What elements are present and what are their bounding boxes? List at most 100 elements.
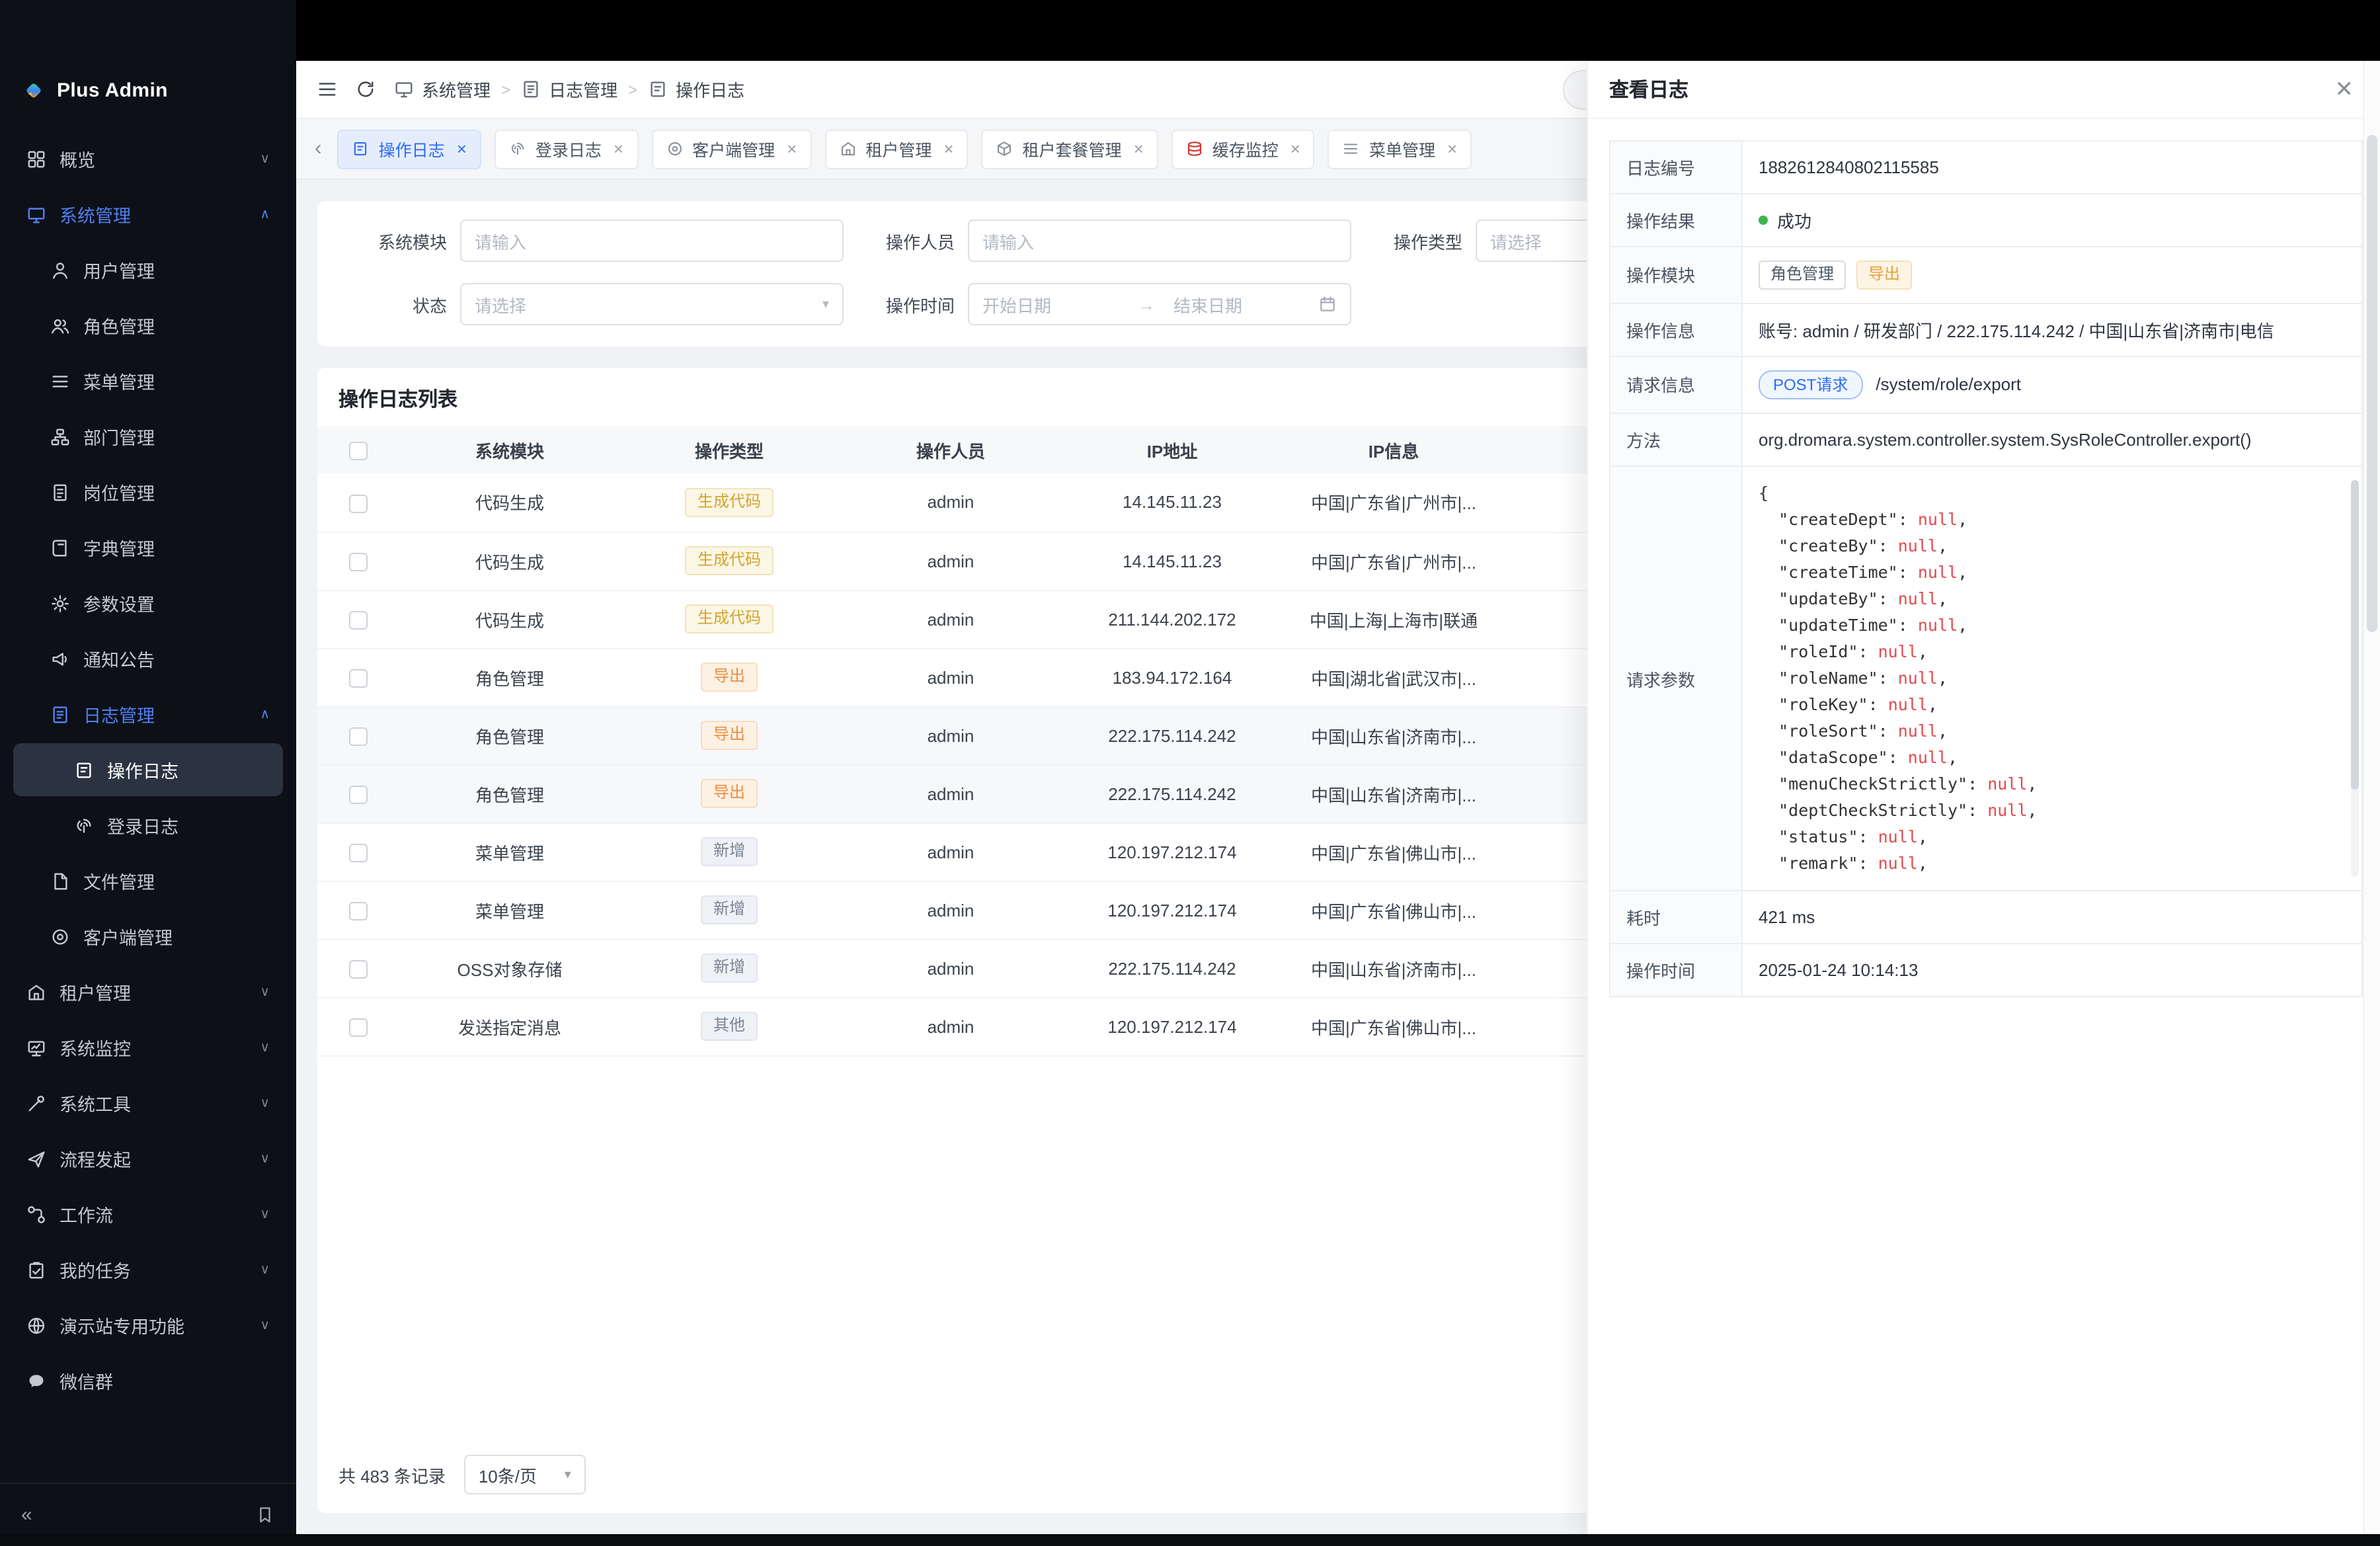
request-params-json: { "createDept": null, "createBy": null, … (1759, 481, 2346, 877)
tab-close-icon[interactable]: × (1447, 140, 1457, 157)
cell-module: 发送指定消息 (399, 997, 620, 1055)
tab-租户管理[interactable]: 租户管理× (824, 129, 968, 169)
row-checkbox[interactable] (349, 1018, 368, 1037)
pin-icon[interactable] (255, 1505, 275, 1525)
cell-ip-info: 中国|山东省|济南市|... (1281, 939, 1506, 997)
filter-date-range-操作时间[interactable]: 开始日期→结束日期 (968, 283, 1351, 325)
code-line: "createDept": null, (1759, 507, 2327, 534)
refresh-icon[interactable] (356, 79, 376, 99)
tab-close-icon[interactable]: × (1290, 140, 1300, 157)
tab-close-icon[interactable]: × (1134, 140, 1144, 157)
sidebar-item-操作日志[interactable]: 操作日志 (13, 743, 283, 796)
sidebar-item-label: 租户管理 (60, 979, 131, 1005)
sidebar-item-登录日志[interactable]: 登录日志 (13, 799, 283, 852)
page-size-select[interactable]: 10条/页 ▾ (464, 1455, 586, 1494)
row-checkbox[interactable] (349, 727, 368, 746)
null-literal: null (1898, 721, 1938, 741)
drawer-scrollbar-thumb[interactable] (2367, 135, 2377, 632)
sidebar-item-系统工具[interactable]: 系统工具∨ (13, 1077, 283, 1129)
sidebar-item-label: 演示站专用功能 (60, 1312, 184, 1338)
row-checkbox[interactable] (349, 669, 368, 688)
sidebar-item-演示站专用功能[interactable]: 演示站专用功能∨ (13, 1299, 283, 1352)
redis-icon (1186, 140, 1203, 157)
task-icon (26, 1260, 46, 1280)
sidebar-item-字典管理[interactable]: 字典管理 (13, 521, 283, 574)
sidebar-item-系统管理[interactable]: 系统管理∧ (13, 188, 283, 241)
filter-input-系统模块[interactable]: 请输入 (460, 220, 844, 262)
tab-操作日志[interactable]: 操作日志× (338, 129, 481, 169)
tab-close-icon[interactable]: × (457, 140, 467, 157)
client-icon (50, 926, 70, 946)
cell-ip: 222.175.114.242 (1063, 764, 1281, 823)
config-icon (50, 593, 70, 613)
tab-客户端管理[interactable]: 客户端管理× (651, 129, 811, 169)
detail-text: 421 ms (1759, 908, 1815, 928)
close-icon[interactable]: ✕ (2330, 75, 2360, 103)
sidebar-item-微信群[interactable]: 微信群 (13, 1354, 283, 1407)
tab-租户套餐管理[interactable]: 租户套餐管理× (982, 129, 1158, 169)
status-text: 成功 (1777, 208, 1811, 233)
row-checkbox[interactable] (349, 844, 368, 862)
sidebar-item-部门管理[interactable]: 部门管理 (13, 410, 283, 463)
sidebar-item-系统监控[interactable]: 系统监控∨ (13, 1021, 283, 1074)
column-header: 操作类型 (620, 426, 838, 473)
detail-value: 角色管理导出 (1743, 247, 2361, 302)
cell-module: 代码生成 (399, 473, 620, 532)
cell-ip-info: 中国|广东省|佛山市|... (1281, 997, 1506, 1055)
row-checkbox[interactable] (349, 553, 368, 571)
tab-缓存监控[interactable]: 缓存监控× (1171, 129, 1315, 169)
breadcrumb-item[interactable]: 操作日志 (648, 77, 744, 102)
breadcrumb-item[interactable]: 系统管理 (394, 77, 491, 102)
breadcrumb-label: 操作日志 (676, 77, 744, 102)
sidebar-item-日志管理[interactable]: 日志管理∧ (13, 688, 283, 741)
sidebar-item-工作流[interactable]: 工作流∨ (13, 1188, 283, 1241)
filter-input-操作人员[interactable]: 请输入 (968, 220, 1351, 262)
tabs-scroll-left-icon[interactable]: ‹ (312, 137, 325, 161)
cell-checkbox (317, 532, 399, 590)
row-checkbox[interactable] (349, 902, 368, 920)
tab-菜单管理[interactable]: 菜单管理× (1328, 129, 1472, 169)
filter-label: 操作人员 (875, 228, 955, 253)
row-checkbox[interactable] (349, 786, 368, 804)
sidebar-item-概览[interactable]: 概览∨ (13, 132, 283, 185)
tab-close-icon[interactable]: × (787, 140, 797, 157)
tab-close-icon[interactable]: × (614, 140, 623, 157)
filter-系统模块: 系统模块请输入 (338, 220, 844, 262)
cell-operator: admin (838, 706, 1063, 764)
menu-icon (50, 371, 70, 391)
select-all-checkbox[interactable] (349, 442, 368, 460)
sidebar-item-流程发起[interactable]: 流程发起∨ (13, 1132, 283, 1185)
row-checkbox[interactable] (349, 494, 368, 512)
row-checkbox[interactable] (349, 611, 368, 630)
sidebar-item-文件管理[interactable]: 文件管理 (13, 854, 283, 907)
hamburger-menu-icon[interactable] (317, 79, 337, 99)
sidebar-item-菜单管理[interactable]: 菜单管理 (13, 354, 283, 407)
sidebar-item-岗位管理[interactable]: 岗位管理 (13, 466, 283, 518)
breadcrumb-separator: > (628, 80, 637, 99)
sidebar-item-租户管理[interactable]: 租户管理∨ (13, 965, 283, 1018)
sidebar-item-参数设置[interactable]: 参数设置 (13, 577, 283, 630)
collapse-sidebar-icon[interactable]: « (21, 1504, 31, 1526)
sidebar-item-客户端管理[interactable]: 客户端管理 (13, 910, 283, 963)
code-scrollbar-thumb[interactable] (2351, 481, 2359, 790)
cell-action: 其他 (620, 997, 838, 1055)
row-checkbox[interactable] (349, 960, 368, 979)
cell-module: 菜单管理 (399, 823, 620, 881)
sidebar-item-用户管理[interactable]: 用户管理 (13, 243, 283, 296)
detail-text: 1882612840802115585 (1759, 157, 1939, 177)
detail-label: 请求参数 (1610, 468, 1743, 891)
tab-登录日志[interactable]: 登录日志× (495, 129, 638, 169)
detail-text: 2025-01-24 10:14:13 (1759, 961, 1918, 981)
sidebar-item-通知公告[interactable]: 通知公告 (13, 632, 283, 685)
cell-module: 角色管理 (399, 706, 620, 764)
detail-value: POST请求/system/role/export (1743, 356, 2361, 413)
system-icon (26, 204, 46, 224)
filter-select-状态[interactable]: 请选择▾ (460, 283, 844, 325)
cell-ip-info: 中国|山东省|济南市|... (1281, 764, 1506, 823)
tab-close-icon[interactable]: × (943, 140, 953, 157)
sidebar-item-我的任务[interactable]: 我的任务∨ (13, 1243, 283, 1296)
breadcrumb-item[interactable]: 日志管理 (521, 77, 617, 102)
tenant-icon (839, 140, 856, 157)
detail-value: { "createDept": null, "createBy": null, … (1743, 468, 2361, 891)
sidebar-item-角色管理[interactable]: 角色管理 (13, 299, 283, 352)
